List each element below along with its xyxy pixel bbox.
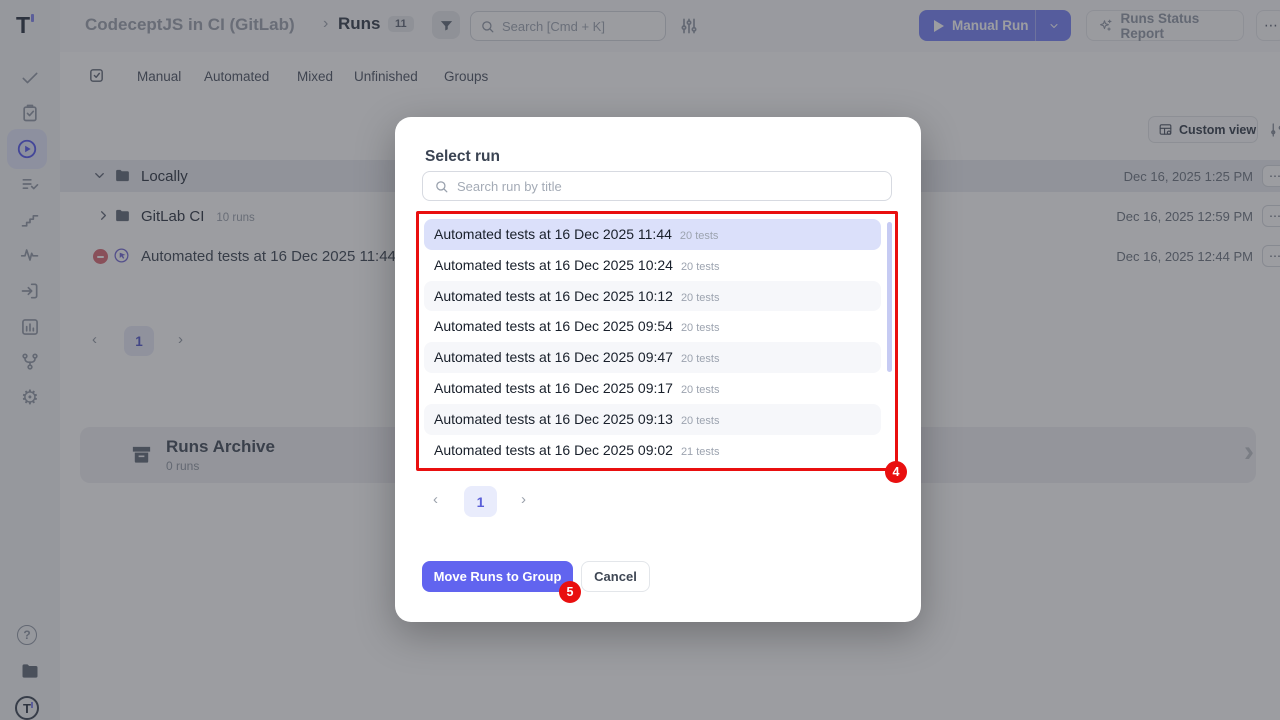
app-window: T ⚙ ? [0, 0, 1280, 720]
run-search[interactable] [422, 171, 892, 201]
run-options-list: Automated tests at 16 Dec 2025 11:4420 t… [424, 219, 881, 465]
annotation-badge-5: 5 [559, 581, 581, 603]
run-search-input[interactable] [457, 179, 857, 194]
annotation-badge-4: 4 [885, 461, 907, 483]
run-option[interactable]: Automated tests at 16 Dec 2025 09:4720 t… [424, 342, 881, 373]
move-runs-to-group-button[interactable]: Move Runs to Group [422, 561, 573, 592]
select-run-modal: Select run Automated tests at 16 Dec 202… [395, 117, 921, 622]
list-scrollbar[interactable] [887, 222, 892, 372]
modal-pagination-page-1[interactable]: 1 [464, 486, 497, 517]
run-option[interactable]: Automated tests at 16 Dec 2025 09:1720 t… [424, 373, 881, 404]
modal-pagination-prev-button[interactable]: ‹ [433, 491, 438, 508]
run-option[interactable]: Automated tests at 16 Dec 2025 09:0221 t… [424, 435, 881, 466]
modal-title: Select run [425, 148, 500, 166]
run-option[interactable]: Automated tests at 16 Dec 2025 10:2420 t… [424, 250, 881, 281]
modal-pagination-next-button[interactable]: › [521, 491, 526, 508]
run-option[interactable]: Automated tests at 16 Dec 2025 10:1220 t… [424, 281, 881, 312]
run-option-selected[interactable]: Automated tests at 16 Dec 2025 11:4420 t… [424, 219, 881, 250]
search-icon [434, 179, 449, 194]
annotated-run-list: Automated tests at 16 Dec 2025 11:4420 t… [416, 211, 898, 471]
run-option[interactable]: Automated tests at 16 Dec 2025 09:5420 t… [424, 311, 881, 342]
cancel-button[interactable]: Cancel [581, 561, 650, 592]
run-option[interactable]: Automated tests at 16 Dec 2025 09:1320 t… [424, 404, 881, 435]
